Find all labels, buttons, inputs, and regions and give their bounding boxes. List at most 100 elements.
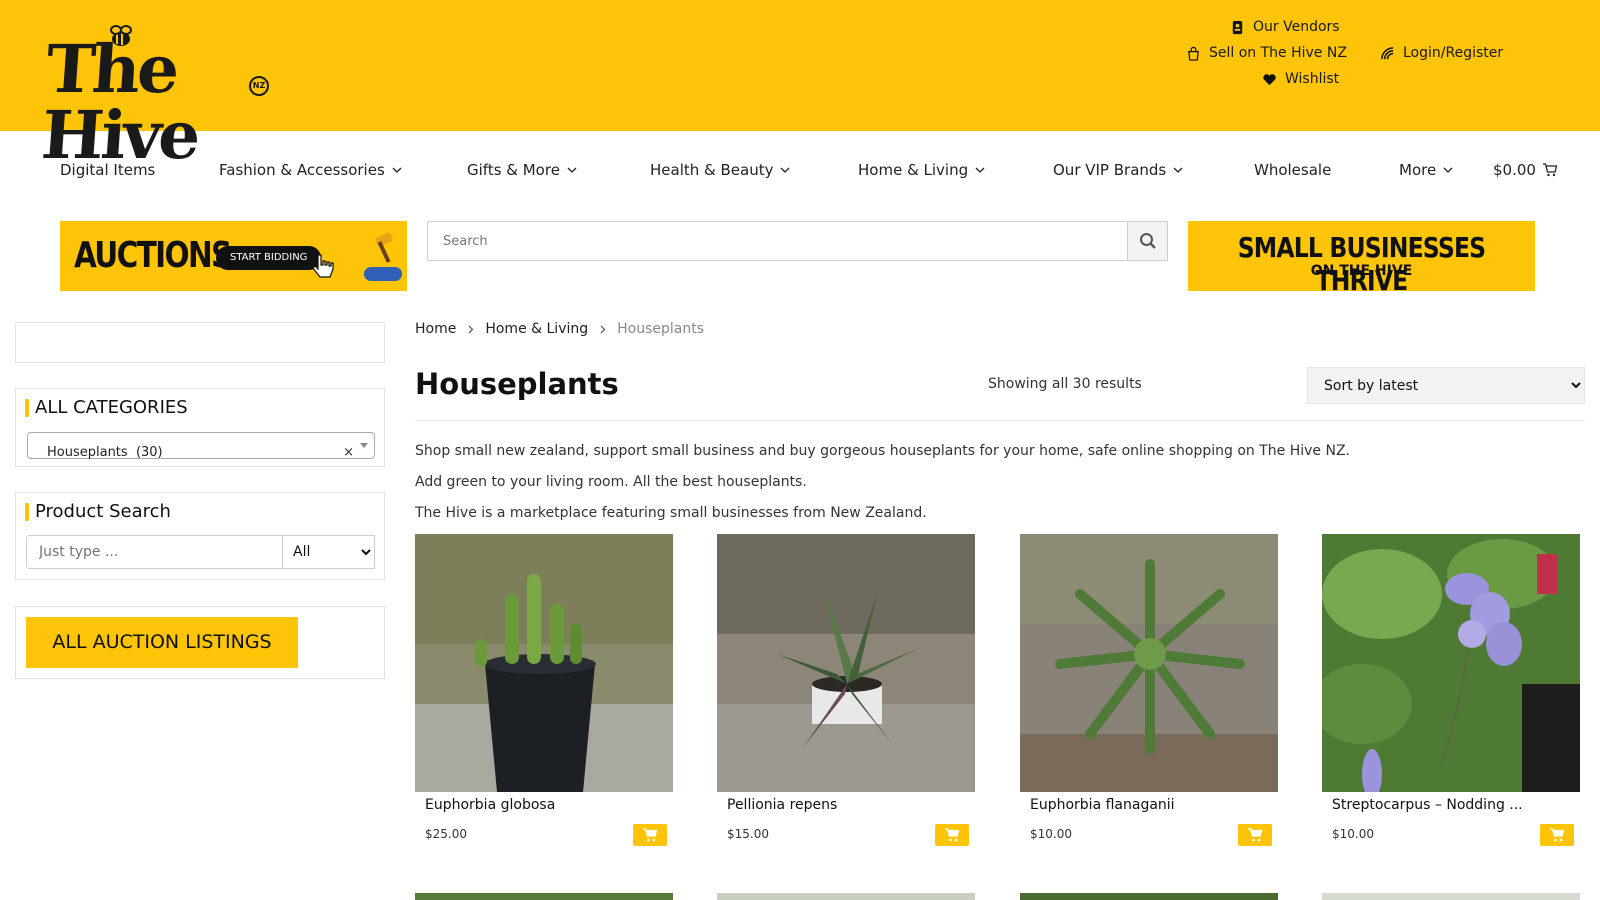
breadcrumb-current: Houseplants [617, 321, 705, 337]
product-image[interactable] [717, 534, 975, 792]
sidebar-empty-widget [15, 322, 385, 363]
sort-select[interactable]: Sort by latest [1307, 367, 1585, 404]
product-card: Euphorbia flanaganii $10.00 [1020, 534, 1278, 846]
cart-icon [1542, 163, 1558, 177]
nav-item-label: More [1399, 161, 1437, 179]
nav-item-label: Health & Beauty [650, 161, 774, 179]
product-photo-euphorbia-globosa [415, 534, 673, 792]
result-count: Showing all 30 results [988, 376, 1142, 392]
chevron-right-icon [600, 325, 606, 333]
product-image[interactable] [717, 893, 975, 900]
chevron-down-icon [392, 167, 402, 173]
category-description-line: Shop small new zealand, support small bu… [415, 443, 1350, 459]
product-image[interactable] [415, 893, 673, 900]
our-vendors-label: Our Vendors [1253, 19, 1340, 35]
nav-item-vip-brands[interactable]: Our VIP Brands [1053, 161, 1184, 179]
cart-icon [1248, 828, 1263, 842]
nav-item-digital-items[interactable]: Digital Items [60, 161, 155, 179]
nav-item-gifts-more[interactable]: Gifts & More [467, 161, 578, 179]
product-card: Pellionia repens $15.00 [717, 534, 975, 846]
product-image[interactable] [1020, 534, 1278, 792]
our-vendors-link[interactable]: Our Vendors [1230, 19, 1340, 35]
auction-listings-widget: ALL AUCTION LISTINGS [15, 606, 385, 679]
product-price: $25.00 [425, 827, 467, 841]
product-card: Streptocarpus – Nodding ... $10.00 [1322, 534, 1580, 846]
add-to-cart-button[interactable] [633, 824, 667, 846]
search-button[interactable] [1127, 222, 1167, 260]
nav-item-wholesale[interactable]: Wholesale [1254, 161, 1331, 179]
auctions-headline: AUCTIONS [74, 235, 232, 276]
product-photo-euphorbia-flanaganii [1020, 534, 1278, 792]
product-image[interactable] [415, 534, 673, 792]
product-price: $15.00 [727, 827, 769, 841]
divider [415, 420, 1585, 421]
search-icon [1139, 233, 1156, 249]
category-description-line: Add green to your living room. All the b… [415, 474, 807, 490]
vendor-card-icon [1232, 20, 1243, 34]
product-search-input[interactable] [26, 535, 283, 569]
page-title: Houseplants [415, 367, 619, 401]
product-name[interactable]: Pellionia repens [727, 797, 837, 813]
logo-nz-badge: NZ [249, 76, 269, 96]
seller-bag-icon [1188, 46, 1199, 61]
login-icon [1381, 46, 1394, 59]
nav-item-label: Fashion & Accessories [219, 161, 385, 179]
chevron-down-icon [781, 167, 790, 173]
clear-category-icon[interactable]: × [343, 445, 354, 460]
search-input[interactable] [428, 222, 1127, 260]
login-register-link[interactable]: Login/Register [1380, 45, 1503, 61]
product-name[interactable]: Euphorbia globosa [425, 797, 555, 813]
sell-link[interactable]: Sell on The Hive NZ [1186, 45, 1347, 61]
product-search-scope[interactable]: All [282, 535, 375, 569]
pointer-hand-icon [312, 254, 334, 278]
categories-title: ALL CATEGORIES [25, 397, 188, 418]
category-select[interactable]: Houseplants (30) × [27, 432, 375, 460]
thrive-line-1: SMALL BUSINESSES THRIVE [1237, 231, 1486, 291]
product-search-title: Product Search [25, 501, 171, 522]
product-image[interactable] [1020, 893, 1278, 900]
nav-item-fashion-accessories[interactable]: Fashion & Accessories [219, 161, 403, 179]
product-image[interactable] [1322, 893, 1580, 900]
nav-item-more[interactable]: More [1399, 161, 1454, 179]
breadcrumb-home[interactable]: Home [415, 321, 456, 337]
product-photo-pellionia-repens [717, 534, 975, 792]
chevron-down-icon [1443, 167, 1453, 173]
nav-item-label: Wholesale [1254, 161, 1332, 179]
auctions-banner[interactable]: AUCTIONS START BIDDING [60, 221, 407, 291]
chevron-down-icon [567, 167, 577, 173]
add-to-cart-button[interactable] [1540, 824, 1574, 846]
heart-icon [1263, 73, 1276, 85]
product-price: $10.00 [1030, 827, 1072, 841]
cart-icon [643, 828, 658, 842]
product-image[interactable] [1322, 534, 1580, 792]
dropdown-arrow-icon [360, 443, 368, 448]
nav-item-label: Our VIP Brands [1053, 161, 1167, 179]
product-search-widget: Product Search All [15, 492, 385, 580]
site-logo[interactable]: The Hive NZ [39, 22, 274, 174]
breadcrumb-home-living[interactable]: Home & Living [485, 321, 588, 337]
nav-item-label: Gifts & More [467, 161, 560, 179]
product-photo-streptocarpus [1322, 534, 1580, 792]
add-to-cart-button[interactable] [1238, 824, 1272, 846]
cart-link[interactable]: $0.00 [1493, 161, 1558, 179]
chevron-down-icon [975, 167, 985, 173]
chevron-right-icon [468, 325, 474, 333]
nav-item-label: Digital Items [60, 161, 156, 179]
cart-icon [945, 828, 960, 842]
category-select-value: Houseplants (30) [47, 445, 163, 460]
site-header: The Hive NZ Our Vendors Sell on The Hive… [0, 0, 1600, 174]
product-name[interactable]: Euphorbia flanaganii [1030, 797, 1175, 813]
thrive-banner[interactable]: SMALL BUSINESSES THRIVE ON THE HIVE [1188, 221, 1535, 291]
product-card: Euphorbia globosa $25.00 [415, 534, 673, 846]
start-bidding-button: START BIDDING [216, 246, 322, 270]
all-auction-listings-button[interactable]: ALL AUCTION LISTINGS [26, 617, 298, 668]
nav-item-health-beauty[interactable]: Health & Beauty [650, 161, 791, 179]
breadcrumb: Home Home & Living Houseplants [415, 321, 704, 337]
nav-item-home-living[interactable]: Home & Living [858, 161, 986, 179]
add-to-cart-button[interactable] [935, 824, 969, 846]
site-search [427, 221, 1168, 261]
wishlist-link[interactable]: Wishlist [1262, 71, 1339, 87]
nav-item-label: Home & Living [858, 161, 969, 179]
login-register-label: Login/Register [1403, 45, 1504, 61]
product-name[interactable]: Streptocarpus – Nodding ... [1332, 797, 1523, 813]
